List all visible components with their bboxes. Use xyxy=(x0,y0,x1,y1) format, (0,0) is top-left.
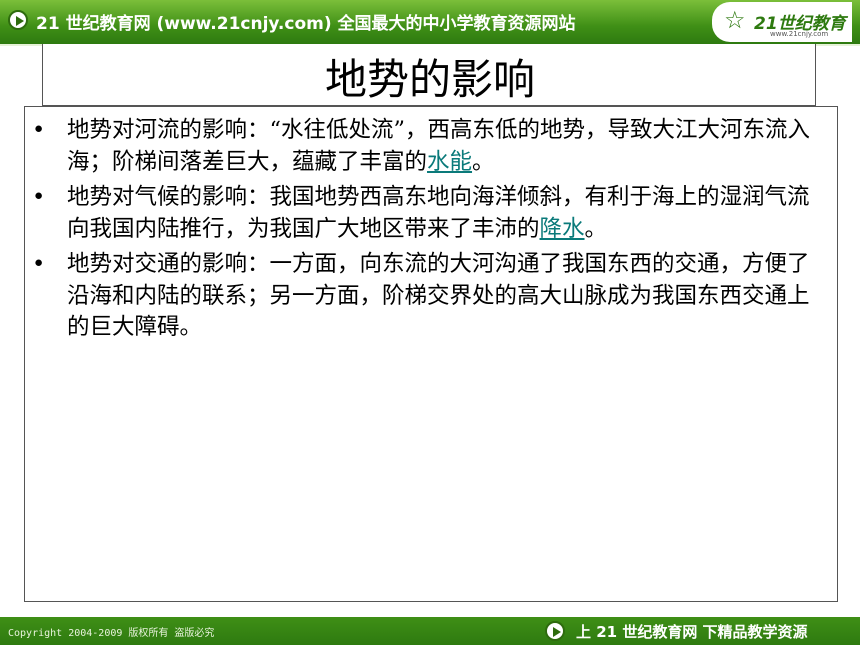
copyright-text: Copyright 2004-2009 版权所有 盗版必究 xyxy=(8,628,215,639)
bullet-list: 地势对河流的影响：“水往低处流”，西高东低的地势，导致大江大河东流入海；阶梯间落… xyxy=(25,115,837,344)
play-circle-icon[interactable] xyxy=(545,621,565,641)
bullet-item-transport: 地势对交通的影响：一方面，向东流的大河沟通了我国东西的交通，方便了沿海和内陆的联… xyxy=(25,249,837,344)
slide-title: 地势的影响 xyxy=(324,55,535,104)
header-bar: 21 世纪教育网 (www.21cnjy.com) 全国最大的中小学教育资源网站… xyxy=(0,0,860,46)
bullet-text-end: 。 xyxy=(472,148,495,175)
bullet-text: 地势对交通的影响：一方面，向东流的大河沟通了我国东西的交通，方便了沿海和内陆的联… xyxy=(67,251,810,340)
logo-url: www.21cnjy.com xyxy=(770,30,829,38)
bullet-item-rivers: 地势对河流的影响：“水往低处流”，西高东低的地势，导致大江大河东流入海；阶梯间落… xyxy=(25,115,837,178)
link-hydropower[interactable]: 水能 xyxy=(427,149,472,175)
content-frame: 地势对河流的影响：“水往低处流”，西高东低的地势，导致大江大河东流入海；阶梯间落… xyxy=(24,106,838,602)
play-circle-icon[interactable] xyxy=(8,10,28,30)
bullet-item-climate: 地势对气候的影响：我国地势西高东地向海洋倾斜，有利于海上的湿润气流向我国内陆推行… xyxy=(25,182,837,245)
link-precipitation[interactable]: 降水 xyxy=(540,216,585,242)
runner-logo-icon: ☆ xyxy=(724,6,746,34)
footer-bar: Copyright 2004-2009 版权所有 盗版必究 上 21 世纪教育网… xyxy=(0,617,860,645)
footer-slogan[interactable]: 上 21 世纪教育网 下精品教学资源 xyxy=(576,621,808,642)
bullet-text: 地势对气候的影响：我国地势西高东地向海洋倾斜，有利于海上的湿润气流向我国内陆推行… xyxy=(67,184,810,242)
site-logo[interactable]: ☆ 21世纪教育 www.21cnjy.com xyxy=(712,2,852,42)
site-title: 21 世纪教育网 (www.21cnjy.com) 全国最大的中小学教育资源网站 xyxy=(36,14,576,34)
bullet-text-end: 。 xyxy=(584,215,608,242)
